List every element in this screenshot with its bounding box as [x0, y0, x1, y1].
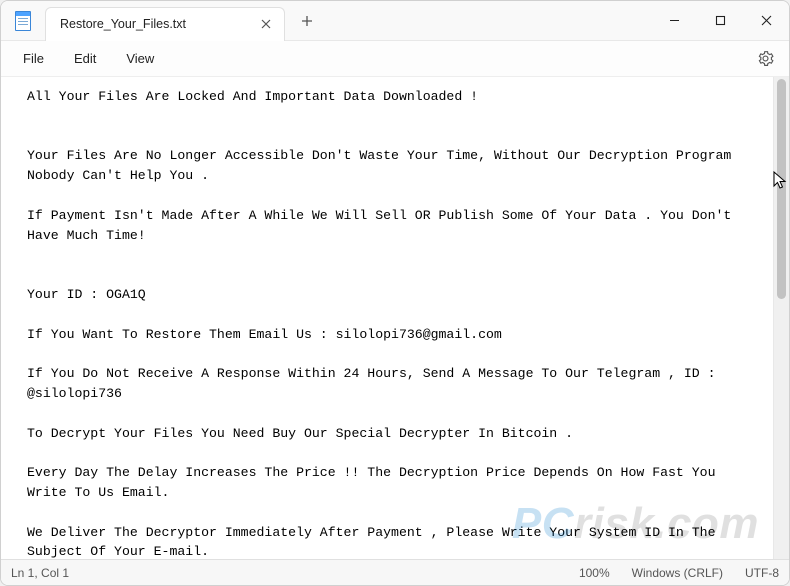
cursor-position: Ln 1, Col 1 [11, 566, 69, 580]
content-area: All Your Files Are Locked And Important … [1, 77, 789, 559]
scroll-thumb[interactable] [777, 79, 786, 299]
maximize-button[interactable] [697, 1, 743, 41]
settings-button[interactable] [749, 43, 781, 75]
encoding[interactable]: UTF-8 [745, 566, 779, 580]
menu-view[interactable]: View [112, 45, 168, 72]
close-window-button[interactable] [743, 1, 789, 41]
document-tab[interactable]: Restore_Your_Files.txt [45, 7, 285, 41]
vertical-scrollbar[interactable] [773, 77, 789, 559]
notepad-icon [15, 11, 31, 31]
tab-title: Restore_Your_Files.txt [60, 17, 186, 31]
menubar: File Edit View [1, 41, 789, 77]
notepad-window: Restore_Your_Files.txt File Edit View [0, 0, 790, 586]
menu-file[interactable]: File [9, 45, 58, 72]
zoom-level[interactable]: 100% [579, 566, 610, 580]
close-tab-button[interactable] [256, 14, 276, 34]
titlebar[interactable]: Restore_Your_Files.txt [1, 1, 789, 41]
line-ending[interactable]: Windows (CRLF) [632, 566, 723, 580]
statusbar: Ln 1, Col 1 100% Windows (CRLF) UTF-8 [1, 559, 789, 585]
minimize-button[interactable] [651, 1, 697, 41]
window-controls [651, 1, 789, 41]
text-editor[interactable]: All Your Files Are Locked And Important … [1, 77, 773, 559]
gear-icon [757, 50, 774, 67]
menu-edit[interactable]: Edit [60, 45, 110, 72]
new-tab-button[interactable] [291, 5, 323, 37]
